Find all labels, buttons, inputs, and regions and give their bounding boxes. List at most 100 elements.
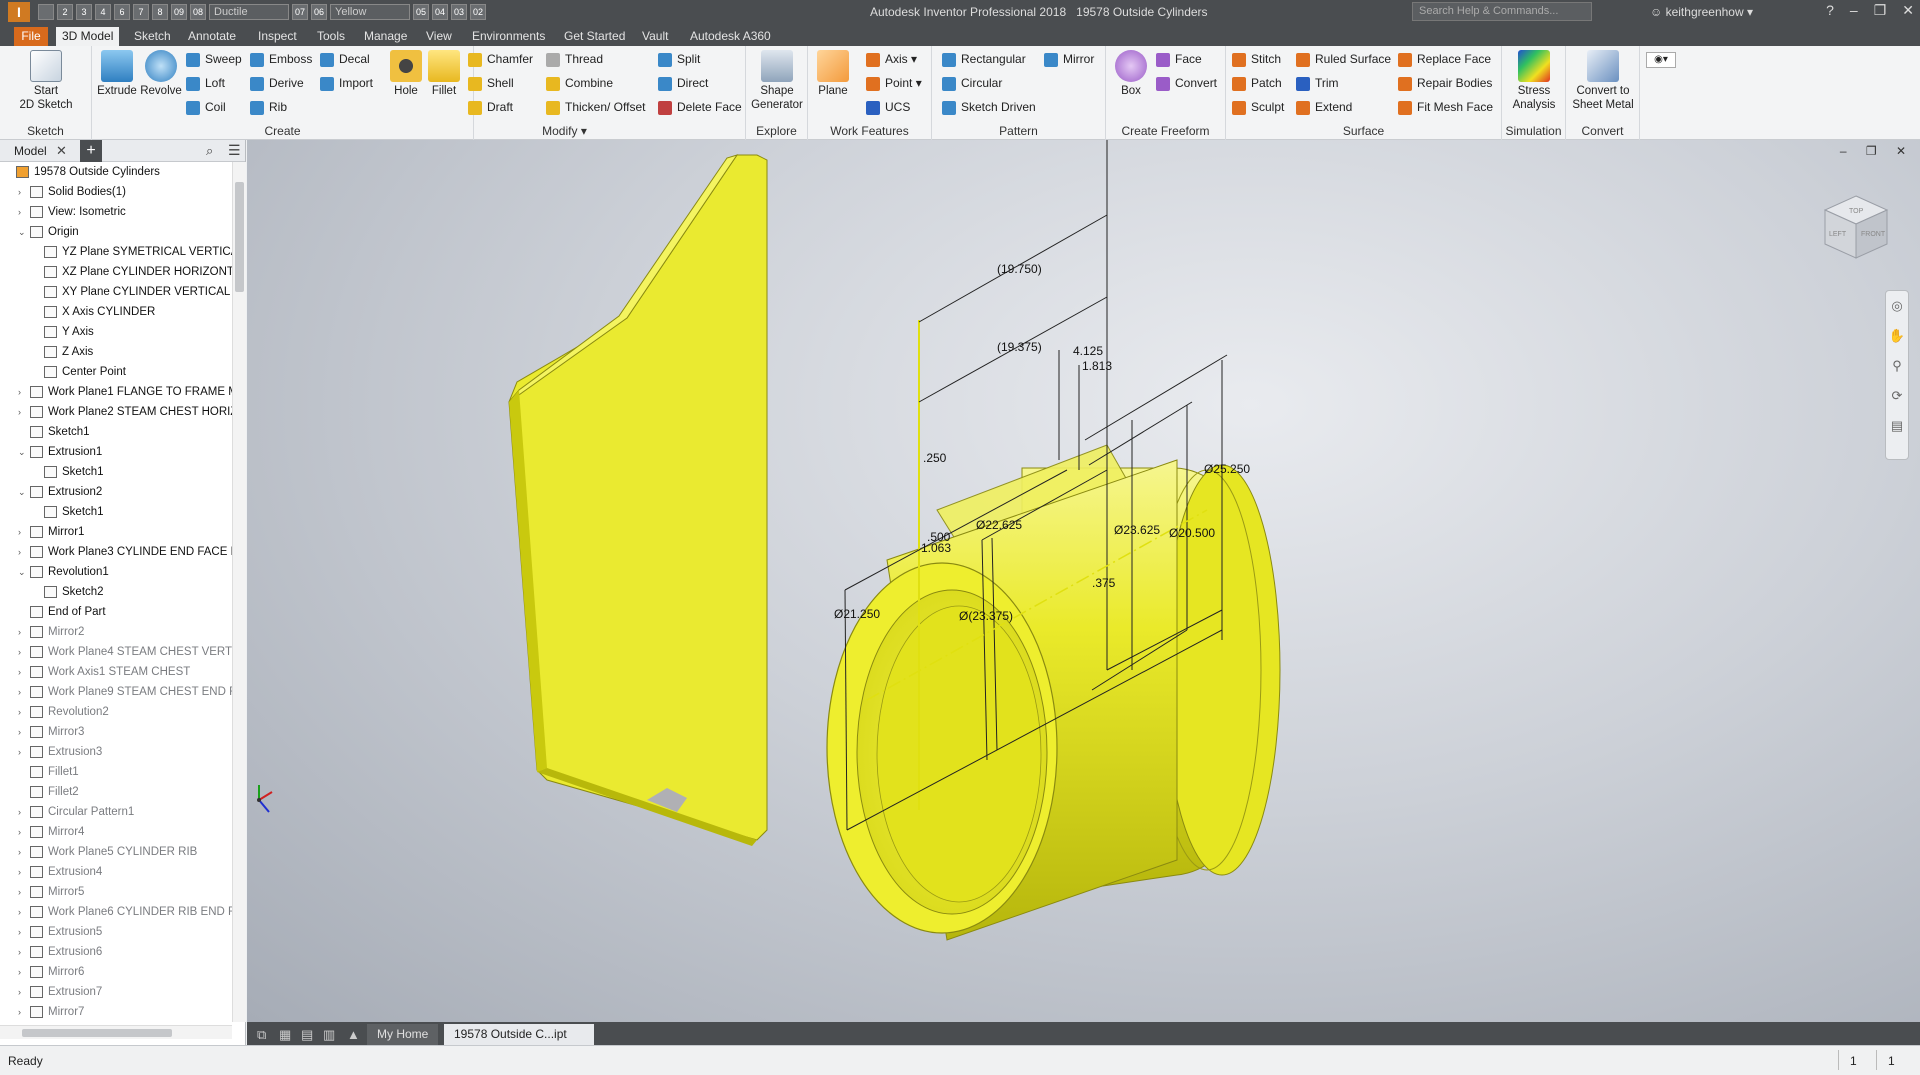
tree-node[interactable]: 19578 Outside Cylinders: [0, 162, 232, 182]
qat-badge[interactable]: 3: [76, 4, 92, 20]
search-input[interactable]: Search Help & Commands...: [1412, 2, 1592, 21]
tab-sketch[interactable]: Sketch: [128, 27, 177, 46]
tab-environments[interactable]: Environments: [466, 27, 551, 46]
scrollbar-thumb[interactable]: [235, 182, 244, 292]
tree-node[interactable]: › Work Plane3 CYLINDE END FACE MACH: [0, 542, 232, 562]
pan-icon[interactable]: ✋: [1886, 321, 1908, 351]
expand-toggle-icon[interactable]: ›: [18, 702, 28, 722]
expand-toggle-icon[interactable]: ›: [18, 842, 28, 862]
tree-node[interactable]: ⌄ Origin: [0, 222, 232, 242]
expand-toggle-icon[interactable]: ›: [18, 542, 28, 562]
patch-button[interactable]: Patch: [1232, 74, 1282, 92]
convert-button[interactable]: Convert: [1156, 74, 1217, 92]
derive-button[interactable]: Derive: [250, 74, 304, 92]
tree-node[interactable]: › Mirror6: [0, 962, 232, 982]
sweep-button[interactable]: Sweep: [186, 50, 242, 68]
rib-button[interactable]: Rib: [250, 98, 287, 116]
ucs-button[interactable]: UCS: [866, 98, 910, 116]
vertical-scrollbar[interactable]: [232, 162, 246, 1022]
tree-node[interactable]: › Extrusion4: [0, 862, 232, 882]
tree-node[interactable]: › Work Axis1 STEAM CHEST: [0, 662, 232, 682]
tree-node[interactable]: › Mirror4: [0, 822, 232, 842]
import-button[interactable]: Import: [320, 74, 373, 92]
zoom-icon[interactable]: ⚲: [1886, 351, 1908, 381]
expand-toggle-icon[interactable]: ⌄: [18, 442, 28, 462]
fillet-button[interactable]: Fillet: [426, 50, 462, 98]
delete-face-button[interactable]: Delete Face: [658, 98, 742, 116]
tile-icon[interactable]: ▦: [279, 1027, 291, 1043]
add-browser-tab-icon[interactable]: +: [80, 140, 102, 162]
browser-title[interactable]: Model: [14, 144, 47, 158]
expand-toggle-icon[interactable]: ›: [18, 622, 28, 642]
combine-button[interactable]: Combine: [546, 74, 613, 92]
close-browser-icon[interactable]: ✕: [56, 143, 67, 159]
tree-node[interactable]: › Revolution2: [0, 702, 232, 722]
qat-badge[interactable]: 4: [95, 4, 111, 20]
close-icon[interactable]: ✕: [1902, 2, 1914, 19]
decal-button[interactable]: Decal: [320, 50, 370, 68]
sculpt-button[interactable]: Sculpt: [1232, 98, 1284, 116]
viewport-window-controls[interactable]: – ❐ ✕: [1840, 144, 1914, 158]
expand-toggle-icon[interactable]: ⌄: [18, 562, 28, 582]
loft-button[interactable]: Loft: [186, 74, 225, 92]
restore-icon[interactable]: ❐: [1874, 2, 1887, 19]
qat-badge[interactable]: 06: [311, 4, 327, 20]
ruled-surface-button[interactable]: Ruled Surface: [1296, 50, 1391, 68]
tab-manage[interactable]: Manage: [358, 27, 413, 46]
arrange-horizontal-icon[interactable]: ▤: [301, 1027, 313, 1043]
qat-badge[interactable]: 02: [470, 4, 486, 20]
tree-node[interactable]: Y Axis: [0, 322, 232, 342]
dim-375[interactable]: .375: [1092, 576, 1116, 590]
shell-button[interactable]: Shell: [468, 74, 514, 92]
qat-badge[interactable]: 6: [114, 4, 130, 20]
rectangular-pattern-button[interactable]: Rectangular: [942, 50, 1026, 68]
new-icon[interactable]: [38, 4, 54, 20]
inventor-logo-icon[interactable]: I: [8, 2, 30, 22]
expand-toggle-icon[interactable]: ⌄: [18, 482, 28, 502]
tree-node[interactable]: ⌄ Extrusion1: [0, 442, 232, 462]
minimize-icon[interactable]: –: [1850, 2, 1858, 19]
stitch-button[interactable]: Stitch: [1232, 50, 1281, 68]
tree-node[interactable]: › Mirror3: [0, 722, 232, 742]
expand-toggle-icon[interactable]: ›: [18, 922, 28, 942]
expand-toggle-icon[interactable]: ›: [18, 682, 28, 702]
tab-3d-model[interactable]: 3D Model: [56, 27, 120, 46]
axis-button[interactable]: Axis ▾: [866, 50, 917, 68]
look-at-icon[interactable]: ▤: [1886, 411, 1908, 441]
dim-21250[interactable]: Ø21.250: [834, 607, 880, 621]
tree-node[interactable]: › Extrusion3: [0, 742, 232, 762]
plane-button[interactable]: Plane: [812, 50, 854, 98]
menu-icon[interactable]: ☰: [228, 142, 241, 159]
expand-toggle-icon[interactable]: ›: [18, 822, 28, 842]
tree-node[interactable]: › Work Plane9 STEAM CHEST END FACE: [0, 682, 232, 702]
trim-button[interactable]: Trim: [1296, 74, 1339, 92]
qat-badge[interactable]: 08: [190, 4, 206, 20]
expand-toggle-icon[interactable]: ›: [18, 882, 28, 902]
tree-node[interactable]: ⌄ Extrusion2: [0, 482, 232, 502]
coil-button[interactable]: Coil: [186, 98, 226, 116]
expand-toggle-icon[interactable]: ›: [18, 802, 28, 822]
expand-toggle-icon[interactable]: ›: [18, 942, 28, 962]
stress-analysis-button[interactable]: Stress Analysis: [1506, 50, 1562, 112]
qat-badge[interactable]: 2: [57, 4, 73, 20]
qat-badge[interactable]: 05: [413, 4, 429, 20]
expand-toggle-icon[interactable]: ›: [18, 662, 28, 682]
thicken-offset-button[interactable]: Thicken/ Offset: [546, 98, 645, 116]
dim-19375[interactable]: (19.375): [997, 340, 1042, 354]
tree-node[interactable]: › Work Plane5 CYLINDER RIB: [0, 842, 232, 862]
dim-23375[interactable]: Ø(23.375): [959, 609, 1013, 623]
qat-badge[interactable]: 04: [432, 4, 448, 20]
chamfer-button[interactable]: Chamfer: [468, 50, 533, 68]
qat-badge[interactable]: 7: [133, 4, 149, 20]
tree-node[interactable]: Fillet1: [0, 762, 232, 782]
qat-badge[interactable]: 8: [152, 4, 168, 20]
box-button[interactable]: Box: [1110, 50, 1152, 98]
tab-annotate[interactable]: Annotate: [182, 27, 242, 46]
convert-to-sheet-metal-button[interactable]: Convert to Sheet Metal: [1568, 50, 1638, 112]
extrude-button[interactable]: Extrude: [96, 50, 138, 98]
tree-node[interactable]: End of Part: [0, 602, 232, 622]
dim-19750[interactable]: (19.750): [997, 262, 1042, 276]
emboss-button[interactable]: Emboss: [250, 50, 312, 68]
search-icon[interactable]: ⌕: [206, 143, 213, 159]
sketch-driven-pattern-button[interactable]: Sketch Driven: [942, 98, 1036, 116]
